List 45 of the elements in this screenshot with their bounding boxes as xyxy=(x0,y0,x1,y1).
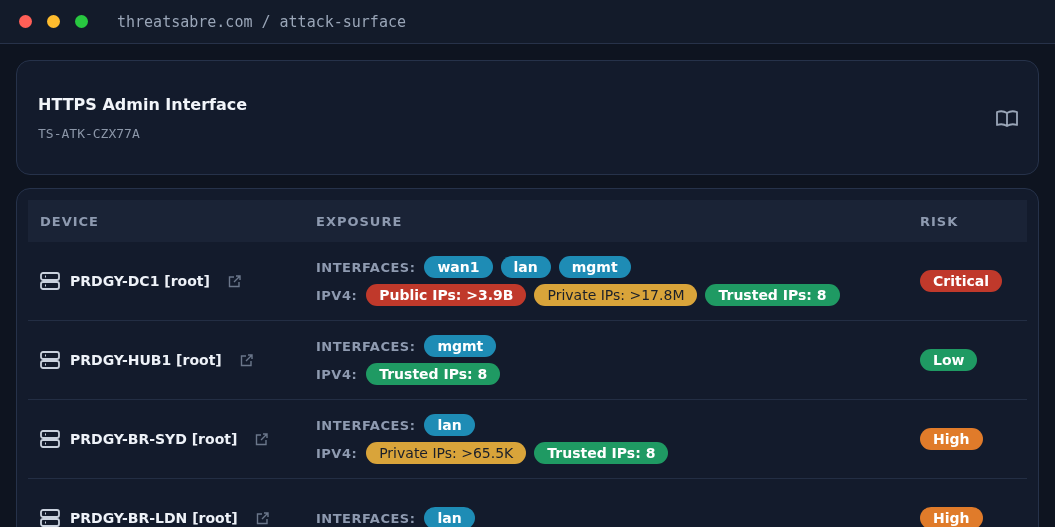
device-name[interactable]: PRDGY-BR-LDN [root] xyxy=(70,510,238,526)
interface-tag: mgmt xyxy=(558,256,631,278)
external-link-icon[interactable] xyxy=(227,274,241,288)
server-icon xyxy=(40,272,60,290)
interface-tag: mgmt xyxy=(424,335,497,357)
device-name[interactable]: PRDGY-BR-SYD [root] xyxy=(70,431,238,447)
interfaces-label: INTERFACES: xyxy=(316,338,416,354)
page-title: HTTPS Admin Interface xyxy=(38,94,248,114)
ipv4-label: IPV4: xyxy=(316,287,358,303)
close-window-dot[interactable] xyxy=(19,15,32,28)
column-header: EXPOSURE xyxy=(304,200,908,242)
device-name[interactable]: PRDGY-HUB1 [root] xyxy=(70,352,222,368)
interfaces-label: INTERFACES: xyxy=(316,259,416,275)
ip-count-tag: Private IPs: >17.8M xyxy=(534,284,698,306)
record-id: TS-ATK-CZX77A xyxy=(38,125,141,141)
external-link-icon[interactable] xyxy=(255,432,269,446)
interfaces-label: INTERFACES: xyxy=(316,510,416,526)
book-icon[interactable] xyxy=(996,108,1018,127)
risk-tag: High xyxy=(920,507,983,527)
column-header: RISK xyxy=(908,200,1027,242)
server-icon xyxy=(40,351,60,369)
column-header: DEVICE xyxy=(28,200,304,242)
ip-count-tag: Trusted IPs: 8 xyxy=(705,284,840,306)
device-name[interactable]: PRDGY-DC1 [root] xyxy=(70,273,210,289)
ip-count-tag: Public IPs: >3.9B xyxy=(366,284,527,306)
interface-tag: lan xyxy=(424,507,475,527)
risk-tag: Low xyxy=(920,349,978,371)
ip-count-tag: Trusted IPs: 8 xyxy=(366,363,501,385)
minimize-window-dot[interactable] xyxy=(47,15,60,28)
ip-count-tag: Private IPs: >65.5K xyxy=(366,442,527,464)
server-icon xyxy=(40,509,60,527)
external-link-icon[interactable] xyxy=(239,353,253,367)
interface-tag: wan1 xyxy=(424,256,493,278)
risk-tag: High xyxy=(920,428,983,450)
interfaces-label: INTERFACES: xyxy=(316,417,416,433)
external-link-icon[interactable] xyxy=(255,511,269,525)
interface-tag: lan xyxy=(424,414,475,436)
window-title: threatsabre.com / attack-surface xyxy=(117,12,406,31)
maximize-window-dot[interactable] xyxy=(75,15,88,28)
ip-count-tag: Trusted IPs: 8 xyxy=(534,442,669,464)
interface-tag: lan xyxy=(500,256,551,278)
server-icon xyxy=(40,430,60,448)
ipv4-label: IPV4: xyxy=(316,366,358,382)
ipv4-label: IPV4: xyxy=(316,445,358,461)
risk-tag: Critical xyxy=(920,270,1002,292)
